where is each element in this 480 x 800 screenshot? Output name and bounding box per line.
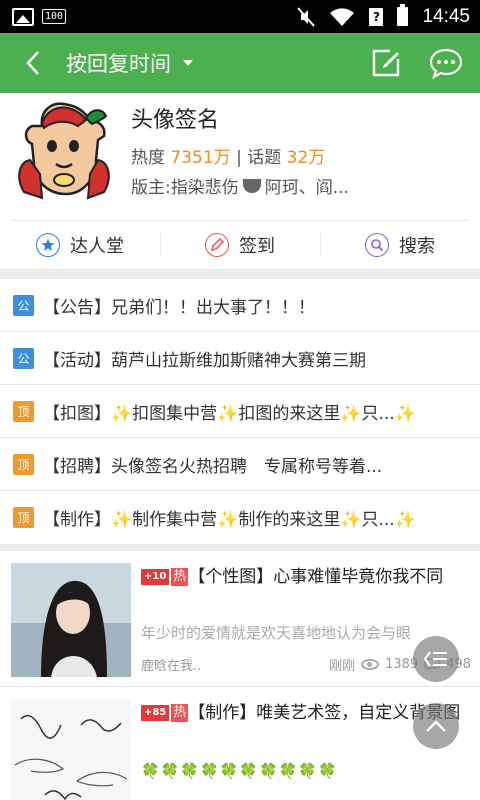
dropdown-caret-icon (183, 60, 193, 66)
announcement-badge: 公 (13, 294, 34, 316)
thread-thumbnail[interactable] (11, 563, 131, 677)
no-sim-icon: ? (369, 7, 384, 26)
pinned-badge: 顶 (13, 453, 34, 475)
sort-label: 按回复时间 (66, 52, 171, 76)
messages-button[interactable] (426, 43, 466, 83)
search-icon (365, 233, 389, 257)
stats-separator: | (236, 148, 242, 168)
notice-item[interactable]: 顶 【制作】✨制作集中营✨制作的来这里✨只...✨ (0, 491, 480, 544)
moderators-rest: 阿珂、阎... (264, 178, 349, 198)
edit-icon (372, 49, 400, 77)
wifi-icon (330, 7, 355, 26)
notice-title: 【扣图】✨扣图集中营✨扣图的来这里✨只...✨ (43, 403, 416, 424)
sort-dropdown[interactable]: 按回复时间 (66, 48, 193, 78)
thread-thumbnail[interactable] (11, 699, 131, 800)
thread-snippet: 年少时的爱情就是欢天喜地地认为会与眼 (141, 624, 412, 642)
hall-of-fame-label: 达人堂 (70, 236, 124, 257)
back-arrow-icon (26, 51, 39, 75)
topics-label: 话题 (247, 148, 282, 168)
search-button[interactable]: 搜索 (320, 221, 480, 269)
thread-title-text: 【个性图】心事难懂毕竟你我不同 (188, 567, 444, 587)
top-app-bar: 按回复时间 (0, 33, 480, 93)
pinned-badge: 顶 (13, 400, 34, 422)
hot-badge: 热 (171, 704, 189, 722)
gallery-notification-icon (12, 7, 34, 26)
thread-snippet: 🍀🍀🍀🍀🍀🍀🍀🍀🍀🍀 (141, 762, 338, 780)
announcement-badge: 公 (13, 347, 34, 369)
heat-value: 7351万 (170, 148, 231, 168)
notice-title: 【活动】葫芦山拉斯维加斯赌神大赛第三期 (43, 350, 366, 371)
notice-item[interactable]: 公 【活动】葫芦山拉斯维加斯赌神大赛第三期 (0, 332, 480, 385)
notice-item[interactable]: 顶 【扣图】✨扣图集中营✨扣图的来这里✨只...✨ (0, 385, 480, 438)
forum-stats: 热度 7351万 | 话题 32万 (131, 143, 325, 168)
status-time: 14:45 (422, 5, 470, 27)
coffee-cup-emoji-icon (242, 178, 261, 193)
check-in-label: 签到 (239, 236, 275, 257)
views-icon (361, 659, 380, 670)
star-icon (36, 233, 60, 257)
forum-name: 头像签名 (131, 108, 220, 133)
hall-of-fame-button[interactable]: 达人堂 (0, 221, 160, 269)
hot-badge: 热 (171, 568, 189, 586)
thread-title: +10 热【个性图】心事难懂毕竟你我不同 (141, 564, 471, 590)
compose-button[interactable] (366, 43, 406, 83)
pencil-icon (205, 233, 229, 257)
heat-label: 热度 (131, 148, 165, 168)
check-in-button[interactable]: 签到 (160, 221, 320, 269)
list-back-icon (423, 651, 447, 667)
thread-item[interactable]: +85 热【制作】唯美艺术签，自定义背景图 🍀🍀🍀🍀🍀🍀🍀🍀🍀🍀 (0, 687, 480, 800)
mute-icon (297, 6, 316, 27)
battery-icon (397, 4, 409, 26)
chevron-up-icon (426, 720, 446, 732)
notice-title: 【招聘】头像签名火热招聘 专属称号等着... (43, 456, 383, 477)
side-menu-fab[interactable] (413, 636, 459, 682)
back-button[interactable] (0, 33, 66, 93)
pinned-notices: 公 【公告】兄弟们！！出大事了！！！ 公 【活动】葫芦山拉斯维加斯赌神大赛第三期… (0, 279, 480, 544)
notice-title: 【公告】兄弟们！！出大事了！！！ (43, 297, 315, 318)
scroll-to-top-fab[interactable] (413, 703, 459, 749)
chat-bubble-icon (429, 48, 463, 79)
forum-avatar[interactable] (12, 100, 117, 200)
search-label: 搜索 (399, 236, 435, 257)
notice-item[interactable]: 顶 【招聘】头像签名火热招聘 专属称号等着... (0, 438, 480, 491)
thread-list: +10 热【个性图】心事难懂毕竟你我不同 年少时的爱情就是欢天喜地地认为会与眼 鹿… (0, 551, 480, 800)
battery-notification-icon: 100 (42, 9, 67, 24)
thread-time: 刚刚 (329, 659, 356, 674)
topics-value: 32万 (286, 148, 326, 168)
score-badge: +10 (141, 569, 170, 585)
score-badge: +85 (141, 705, 170, 721)
thread-author: 鹿晗在我.. (141, 659, 202, 674)
forum-info-card: 头像签名 热度 7351万 | 话题 32万 版主:指染悲伤 阿珂、阎... 达… (0, 93, 480, 269)
thread-item[interactable]: +10 热【个性图】心事难懂毕竟你我不同 年少时的爱情就是欢天喜地地认为会与眼 鹿… (0, 551, 480, 687)
pinned-badge: 顶 (13, 507, 34, 528)
notice-title: 【制作】✨制作集中营✨制作的来这里✨只...✨ (43, 510, 416, 530)
notice-item[interactable]: 公 【公告】兄弟们！！出大事了！！！ (0, 279, 480, 332)
moderators-label: 版主:指染悲伤 (131, 178, 239, 198)
quick-actions: 达人堂 签到 搜索 (0, 221, 480, 269)
forum-moderators[interactable]: 版主:指染悲伤 阿珂、阎... (131, 173, 349, 198)
status-bar: 100 ? 14:45 (0, 0, 480, 33)
